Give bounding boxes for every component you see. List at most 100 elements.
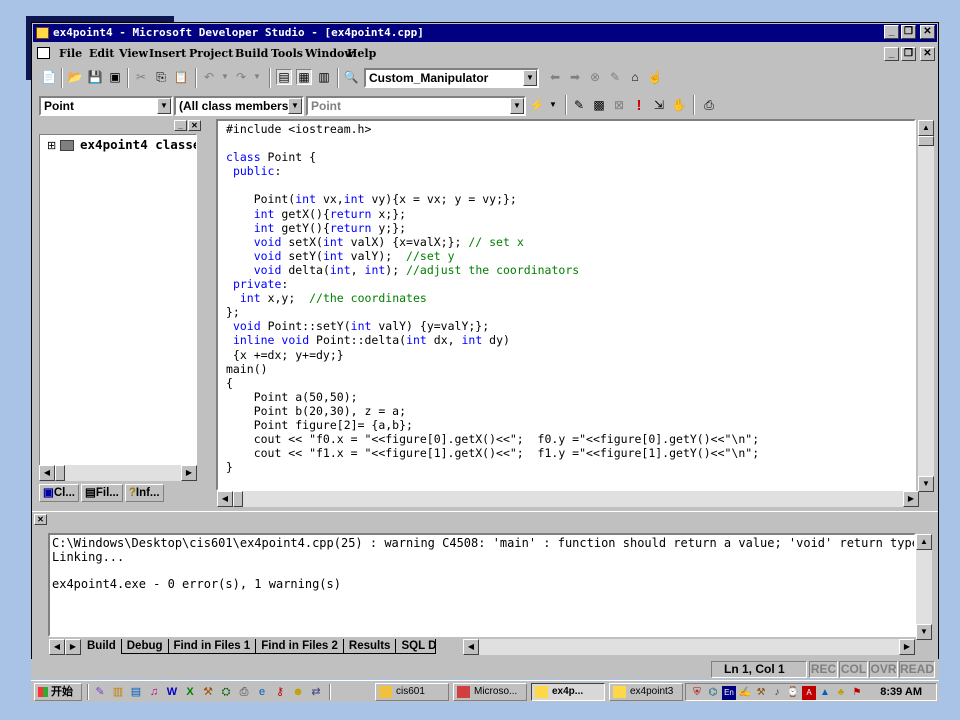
- menu-view[interactable]: View: [119, 47, 148, 60]
- tray-virus-icon[interactable]: ⛨: [690, 686, 704, 700]
- member-combo[interactable]: Point ▼: [306, 96, 526, 116]
- undo-dropdown-icon[interactable]: ▼: [217, 69, 233, 85]
- redo-icon[interactable]: ↷: [233, 69, 249, 85]
- tray-messenger-icon[interactable]: ♣: [834, 686, 848, 700]
- menu-tools[interactable]: Tools: [271, 47, 303, 60]
- menu-build[interactable]: Build: [235, 47, 268, 60]
- quicklaunch-desktop-icon[interactable]: ✎: [93, 685, 107, 699]
- tab-build[interactable]: Build: [82, 639, 122, 654]
- build-icon[interactable]: ▩: [591, 97, 607, 113]
- output-scroll-up-icon[interactable]: ▲: [916, 534, 932, 550]
- tray-speaker-icon[interactable]: ♪: [770, 686, 784, 700]
- quicklaunch-printer-icon[interactable]: ⎙: [237, 685, 251, 699]
- execute-icon[interactable]: !: [631, 97, 647, 113]
- tab-fileview[interactable]: ▤Fil...: [80, 484, 123, 502]
- output-window[interactable]: C:\Windows\Desktop\cis601\ex4point4.cpp(…: [48, 533, 916, 637]
- quicklaunch-ie-icon[interactable]: e: [255, 685, 269, 699]
- save-icon[interactable]: 💾: [87, 69, 103, 85]
- document-icon[interactable]: [37, 47, 50, 59]
- output-scroll-left-icon[interactable]: ◀: [463, 639, 479, 655]
- quicklaunch-net-icon[interactable]: ⛭: [219, 685, 233, 699]
- find-in-files-icon[interactable]: 🔍: [343, 69, 359, 85]
- code-editor[interactable]: #include <iostream.h> class Point { publ…: [216, 119, 916, 491]
- workspace-scroll-right-icon[interactable]: ▶: [181, 465, 197, 481]
- menu-insert[interactable]: Insert: [149, 47, 186, 60]
- print-icon[interactable]: ⎙: [701, 97, 717, 113]
- editor-scroll-right-icon[interactable]: ▶: [903, 491, 919, 507]
- tray-adobe-icon[interactable]: A: [802, 686, 816, 700]
- cut-icon[interactable]: ✂: [133, 69, 149, 85]
- help-search-icon[interactable]: ☝: [647, 69, 663, 85]
- workspace-scroll-thumb[interactable]: [55, 465, 65, 481]
- compile-icon[interactable]: ✎: [571, 97, 587, 113]
- forward-icon[interactable]: ➡: [567, 69, 583, 85]
- copy-icon[interactable]: ⎘: [153, 69, 169, 85]
- home-icon[interactable]: ⌂: [627, 69, 643, 85]
- doc-close-button[interactable]: ✕: [920, 47, 935, 61]
- title-bar[interactable]: ex4point4 - Microsoft Developer Studio -…: [33, 24, 937, 42]
- configuration-combo-arrow-icon[interactable]: ▼: [523, 70, 537, 86]
- tree-expand-icon[interactable]: ⊞: [47, 139, 56, 152]
- output-vscrollbar[interactable]: ▲ ▼: [916, 534, 932, 640]
- quicklaunch-tools-icon[interactable]: ⚒: [201, 685, 215, 699]
- quicklaunch-outlook-icon[interactable]: ▤: [129, 685, 143, 699]
- workspace-hscrollbar[interactable]: ◀ ▶: [39, 465, 197, 481]
- quicklaunch-excel-icon[interactable]: X: [183, 685, 197, 699]
- editor-scroll-left-icon[interactable]: ◀: [217, 491, 233, 507]
- wizardbar-actions-icon[interactable]: ⚡: [529, 97, 545, 113]
- task-cis601[interactable]: cis601: [375, 683, 449, 701]
- menu-help[interactable]: Help: [347, 47, 376, 60]
- refresh-icon[interactable]: ✎: [607, 69, 623, 85]
- configuration-combo[interactable]: Custom_Manipulator ▼: [364, 68, 539, 88]
- doc-maximize-button[interactable]: ❐: [901, 47, 916, 61]
- breakpoint-hand-icon[interactable]: ✋: [671, 97, 687, 113]
- task-ex4point4[interactable]: ex4p...: [531, 683, 605, 701]
- back-icon[interactable]: ⬅: [547, 69, 563, 85]
- editor-hscroll-thumb[interactable]: [233, 491, 243, 507]
- quicklaunch-word-icon[interactable]: W: [165, 685, 179, 699]
- tray-language-icon[interactable]: En: [722, 686, 736, 700]
- quicklaunch-folder-icon[interactable]: ▥: [111, 685, 125, 699]
- editor-vscroll-thumb[interactable]: [918, 136, 934, 146]
- tab-results[interactable]: Results: [343, 639, 397, 654]
- workspace-close-button[interactable]: ✕: [188, 120, 201, 131]
- maximize-button[interactable]: ❐: [901, 25, 916, 39]
- output-close-button[interactable]: ✕: [34, 514, 47, 525]
- tab-find-in-files-2[interactable]: Find in Files 2: [256, 639, 344, 654]
- undo-icon[interactable]: ↶: [201, 69, 217, 85]
- quicklaunch-chat-icon[interactable]: ☻: [291, 685, 305, 699]
- output-toggle-icon[interactable]: ▦: [296, 69, 312, 85]
- wizardbar-dropdown-icon[interactable]: ▼: [545, 97, 561, 113]
- filter-combo-arrow-icon[interactable]: ▼: [288, 98, 302, 114]
- start-button[interactable]: 开始: [34, 683, 82, 701]
- output-tab-prev-icon[interactable]: ◀: [49, 639, 65, 655]
- output-scroll-right-icon[interactable]: ▶: [899, 639, 915, 655]
- tray-scheduler-icon[interactable]: ⌚: [786, 686, 800, 700]
- task-microsoft[interactable]: Microso...: [453, 683, 527, 701]
- output-hscrollbar[interactable]: ◀ ▶: [463, 639, 915, 655]
- workspace-toggle-icon[interactable]: ▤: [276, 69, 292, 85]
- quicklaunch-media-icon[interactable]: ♫: [147, 685, 161, 699]
- tree-item-ex4point4-classes[interactable]: ex4point4 classes: [80, 137, 196, 152]
- tray-alert-icon[interactable]: ▲: [818, 686, 832, 700]
- filter-combo[interactable]: (All class members) ▼: [174, 96, 304, 116]
- tray-tool-icon[interactable]: ⚒: [754, 686, 768, 700]
- paste-icon[interactable]: 📋: [173, 69, 189, 85]
- editor-scroll-up-icon[interactable]: ▲: [918, 120, 934, 136]
- tab-find-in-files-1[interactable]: Find in Files 1: [168, 639, 257, 654]
- stop-build-icon[interactable]: ⊠: [611, 97, 627, 113]
- doc-minimize-button[interactable]: _: [884, 47, 899, 61]
- tray-network-icon[interactable]: ⌬: [706, 686, 720, 700]
- tab-classview[interactable]: ▣Cl...: [39, 484, 79, 502]
- tray-input-icon[interactable]: ✍: [738, 686, 752, 700]
- member-combo-arrow-icon[interactable]: ▼: [510, 98, 524, 114]
- window-list-icon[interactable]: ▥: [316, 69, 332, 85]
- workspace-minimize-button[interactable]: _: [174, 120, 187, 131]
- minimize-button[interactable]: _: [884, 25, 899, 39]
- tray-misc-icon[interactable]: ⚑: [850, 686, 864, 700]
- close-button[interactable]: ✕: [920, 25, 935, 39]
- save-all-icon[interactable]: ▣: [107, 69, 123, 85]
- tab-infoview[interactable]: ?Inf...: [124, 484, 164, 502]
- stop-icon[interactable]: ⊗: [587, 69, 603, 85]
- tab-sql-debugging[interactable]: SQL D: [396, 639, 437, 654]
